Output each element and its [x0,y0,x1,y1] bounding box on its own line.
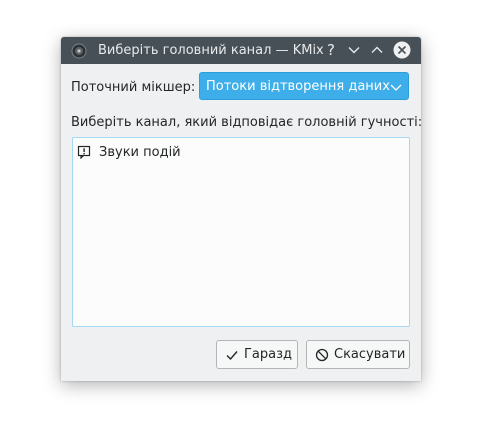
notification-radio-icon[interactable] [77,145,91,159]
channel-list[interactable]: Звуки подій [72,137,410,327]
minimize-button[interactable] [345,41,363,59]
chevron-down-icon [348,47,360,54]
checkmark-icon [226,350,238,360]
kmix-speaker-icon [71,43,87,59]
mixer-select-value: Потоки відтворення даних [206,79,390,94]
title-bar[interactable]: Виберіть головний канал — KMix ? [61,37,421,64]
cancel-icon [315,348,329,361]
chevron-up-icon [371,46,383,53]
chevron-down-icon [390,84,402,91]
cancel-button-label: Скасувати [334,347,406,362]
help-button[interactable]: ? [322,41,340,59]
channel-item-event-sounds[interactable]: Звуки подій [77,142,181,162]
select-master-channel-dialog: Виберіть головний канал — KMix ? Поточни… [61,37,423,381]
list-item-label: Звуки подій [99,144,181,160]
maximize-button[interactable] [368,41,386,59]
channel-prompt-label: Виберіть канал, який відповідає головній… [71,115,423,130]
ok-button-label: Гаразд [244,347,293,362]
mixer-select[interactable]: Потоки відтворення даних [199,72,409,100]
cancel-button[interactable]: Скасувати [306,340,410,369]
current-mixer-label: Поточний мікшер: [71,80,196,95]
ok-button[interactable]: Гаразд [216,340,298,369]
mixer-row: Поточний мікшер: Потоки відтворення дани… [71,72,411,102]
close-button[interactable] [393,41,411,59]
window-title: Виберіть головний канал — KMix [98,43,324,58]
close-icon [393,41,411,59]
